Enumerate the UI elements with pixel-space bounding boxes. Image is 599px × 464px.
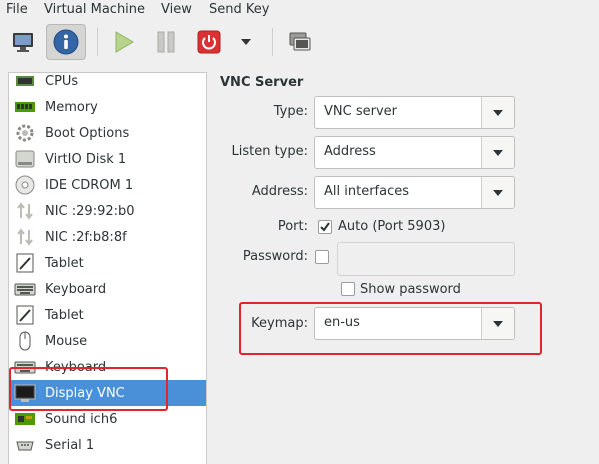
serial-icon bbox=[14, 460, 36, 464]
chevron-down-icon bbox=[493, 149, 503, 156]
address-dropdown-button[interactable] bbox=[481, 177, 514, 208]
nic-icon bbox=[14, 226, 36, 248]
vnc-section-title: VNC Server bbox=[220, 75, 304, 90]
sidebar-item-tablet-2[interactable]: Tablet bbox=[9, 302, 206, 328]
tablet-icon bbox=[14, 252, 36, 274]
cdrom-icon bbox=[14, 174, 36, 196]
sidebar-item-nic-1[interactable]: NIC :29:92:b0 bbox=[9, 198, 206, 224]
sidebar-item-label: Sound ich6 bbox=[45, 411, 118, 427]
run-icon bbox=[115, 31, 134, 53]
sound-icon bbox=[14, 408, 36, 430]
menu-send-key[interactable]: Send Key bbox=[209, 2, 269, 17]
type-label: Type: bbox=[273, 104, 308, 119]
keyboard-icon bbox=[14, 278, 36, 300]
sidebar-item-label: Memory bbox=[45, 99, 98, 115]
sidebar-item-label: NIC :2f:b8:8f bbox=[45, 229, 127, 245]
password-checkbox[interactable] bbox=[315, 250, 329, 264]
screenshot-icon bbox=[289, 32, 311, 51]
port-auto-checkbox[interactable] bbox=[318, 220, 332, 234]
boot-icon bbox=[14, 122, 36, 144]
sidebar-item-label: Mouse bbox=[45, 333, 88, 349]
show-password-label[interactable]: Show password bbox=[360, 282, 461, 297]
sidebar-item-label: Tablet bbox=[45, 307, 84, 323]
sidebar-item-keyboard-1[interactable]: Keyboard bbox=[9, 276, 206, 302]
chevron-down-icon bbox=[493, 109, 503, 116]
console-button[interactable] bbox=[6, 24, 40, 60]
tablet-icon bbox=[14, 304, 36, 326]
sidebar-item-boot-options[interactable]: Boot Options bbox=[9, 120, 206, 146]
checkmark-icon bbox=[320, 222, 330, 232]
chevron-down-icon bbox=[241, 39, 251, 45]
type-combo[interactable]: VNC server bbox=[314, 96, 515, 129]
details-button[interactable] bbox=[46, 24, 86, 60]
sidebar-item-mouse[interactable]: Mouse bbox=[9, 328, 206, 354]
sidebar-item-label: Boot Options bbox=[45, 125, 130, 141]
nic-icon bbox=[14, 200, 36, 222]
sidebar-item-serial[interactable]: Serial 1 bbox=[9, 432, 206, 458]
port-auto-label[interactable]: Auto (Port 5903) bbox=[338, 219, 445, 234]
shutdown-button[interactable] bbox=[194, 24, 224, 60]
sidebar-item-label: VirtIO Disk 1 bbox=[45, 151, 127, 167]
memory-icon bbox=[14, 96, 36, 118]
sidebar-item-partial[interactable] bbox=[9, 458, 206, 464]
password-label: Password: bbox=[242, 249, 308, 264]
sidebar-item-virtio-disk[interactable]: VirtIO Disk 1 bbox=[9, 146, 206, 172]
sidebar-item-label: NIC :29:92:b0 bbox=[45, 203, 135, 219]
keymap-highlight bbox=[239, 302, 542, 355]
type-dropdown-button[interactable] bbox=[481, 97, 514, 128]
serial-icon bbox=[14, 434, 36, 456]
screenshot-button[interactable] bbox=[286, 24, 314, 60]
menu-virtual-machine[interactable]: Virtual Machine bbox=[44, 2, 145, 17]
disk-icon bbox=[14, 148, 36, 170]
address-label: Address: bbox=[251, 184, 308, 199]
sidebar-item-tablet-1[interactable]: Tablet bbox=[9, 250, 206, 276]
console-icon bbox=[13, 33, 33, 52]
sidebar-item-memory[interactable]: Memory bbox=[9, 94, 206, 120]
toolbar-separator bbox=[97, 28, 98, 56]
port-label: Port: bbox=[277, 219, 308, 234]
chevron-down-icon bbox=[493, 189, 503, 196]
sidebar-item-label: Keyboard bbox=[45, 281, 107, 297]
listen-type-combo[interactable]: Address bbox=[314, 136, 515, 169]
info-icon bbox=[53, 29, 79, 55]
shutdown-icon bbox=[197, 30, 221, 54]
sidebar-item-nic-2[interactable]: NIC :2f:b8:8f bbox=[9, 224, 206, 250]
mouse-icon bbox=[14, 330, 36, 352]
menu-file[interactable]: File bbox=[6, 2, 28, 17]
address-value: All interfaces bbox=[324, 184, 410, 199]
listen-type-label: Listen type: bbox=[231, 144, 308, 159]
sidebar-item-ide-cdrom[interactable]: IDE CDROM 1 bbox=[9, 172, 206, 198]
display-vnc-highlight bbox=[9, 367, 168, 411]
sidebar-item-cpus[interactable]: CPUs bbox=[9, 73, 206, 94]
sidebar-item-label: IDE CDROM 1 bbox=[45, 177, 134, 193]
run-button[interactable] bbox=[108, 24, 138, 60]
type-value: VNC server bbox=[324, 104, 397, 119]
menu-view[interactable]: View bbox=[161, 2, 192, 17]
listen-type-value: Address bbox=[324, 144, 376, 159]
toolbar bbox=[0, 20, 599, 66]
shutdown-menu-button[interactable] bbox=[236, 24, 256, 60]
pause-icon bbox=[157, 31, 175, 53]
toolbar-separator bbox=[272, 28, 273, 56]
show-password-checkbox[interactable] bbox=[341, 282, 355, 296]
listen-type-dropdown-button[interactable] bbox=[481, 137, 514, 168]
sidebar-item-label: CPUs bbox=[45, 73, 79, 89]
sidebar-item-label: Tablet bbox=[45, 255, 84, 271]
password-field[interactable] bbox=[337, 242, 515, 276]
sidebar-item-label: Serial 1 bbox=[45, 437, 95, 453]
address-combo[interactable]: All interfaces bbox=[314, 176, 515, 209]
cpu-icon bbox=[14, 73, 36, 92]
pause-button[interactable] bbox=[150, 24, 182, 60]
menubar: File Virtual Machine View Send Key bbox=[0, 0, 599, 20]
